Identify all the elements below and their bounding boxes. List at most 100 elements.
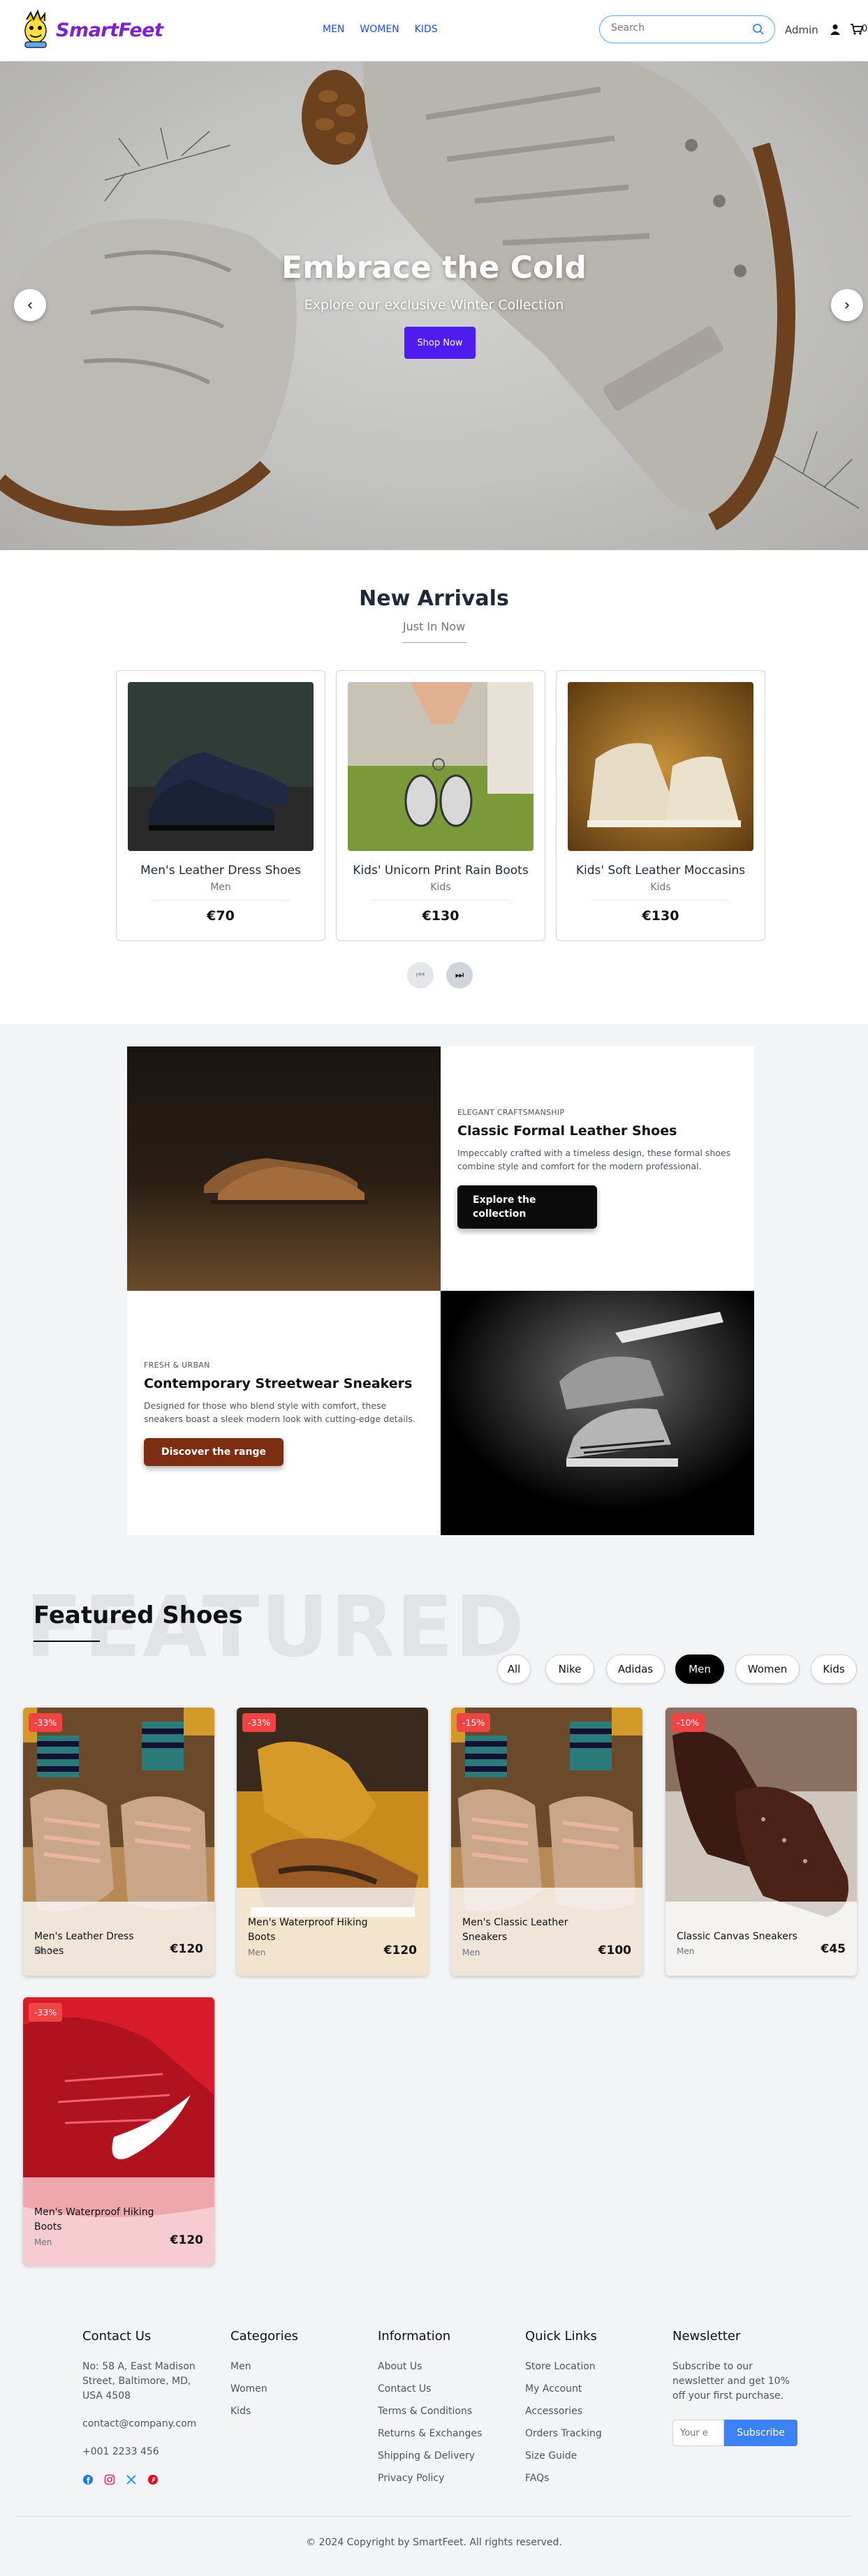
- hero-title: Embrace the Cold: [281, 250, 587, 286]
- footer-link-my-account[interactable]: My Account: [525, 2382, 582, 2397]
- chevron-right-icon: ›: [844, 296, 851, 314]
- nav-item-women[interactable]: WOMEN: [360, 24, 399, 35]
- logo[interactable]: SmartFeet: [18, 10, 163, 50]
- featured-product-card[interactable]: -10% Classic Canvas Sneakers Men €45: [665, 1708, 857, 1976]
- facebook-icon[interactable]: [82, 2474, 94, 2485]
- footer-link-accessories[interactable]: Accessories: [525, 2404, 582, 2419]
- product-category: Men: [210, 882, 231, 893]
- logo-mascot-icon: [24, 10, 47, 48]
- explore-collection-button[interactable]: Explore the collection: [457, 1185, 597, 1229]
- product-price: €100: [598, 1944, 631, 1957]
- pinterest-icon[interactable]: [147, 2474, 159, 2485]
- nav-item-kids[interactable]: KIDS: [415, 24, 438, 35]
- product-image: [348, 682, 534, 851]
- formal-kicker: Elegant Craftsmanship: [457, 1108, 565, 1117]
- shop-now-button[interactable]: Shop Now: [404, 327, 476, 359]
- product-category: Men: [34, 2237, 52, 2247]
- cart-count: 0: [862, 24, 868, 34]
- featured-product-card[interactable]: -15% Men's Classic Leather Sneakers Men …: [451, 1708, 642, 1976]
- product-price: €120: [383, 1944, 417, 1957]
- filter-men[interactable]: Men: [675, 1655, 724, 1684]
- footer-link-faqs[interactable]: FAQs: [525, 2471, 549, 2486]
- newsletter-email-input[interactable]: [672, 2420, 724, 2446]
- search-icon[interactable]: [752, 23, 765, 36]
- featured-product-card[interactable]: -33% Men's Waterproof Hiking Boots Men €…: [237, 1708, 428, 1976]
- footer-link-about[interactable]: About Us: [378, 2360, 422, 2374]
- product-category: Men: [34, 1946, 52, 1956]
- contact-email[interactable]: contact@company.com: [82, 2417, 196, 2431]
- copyright-text: © 2024 Copyright by SmartFeet. All right…: [306, 2537, 562, 2548]
- product-price: €45: [821, 1942, 846, 1956]
- new-arrivals-title: New Arrivals: [359, 586, 509, 611]
- footer-link-terms[interactable]: Terms & Conditions: [378, 2404, 472, 2419]
- product-category: Men: [677, 1946, 695, 1956]
- footer-link-women[interactable]: Women: [230, 2382, 267, 2397]
- section-divider: [402, 642, 466, 643]
- filter-all[interactable]: All: [497, 1655, 531, 1684]
- contact-phone[interactable]: +001 2233 456: [82, 2445, 159, 2459]
- footer-link-store-location[interactable]: Store Location: [525, 2360, 596, 2374]
- hero-next-button[interactable]: ›: [831, 289, 863, 321]
- subscribe-button[interactable]: Subscribe: [724, 2420, 797, 2446]
- main-nav: MEN WOMEN KIDS: [323, 24, 438, 35]
- footer-link-returns[interactable]: Returns & Exchanges: [378, 2427, 482, 2441]
- categories-title: Categories: [230, 2329, 299, 2344]
- search-input[interactable]: [611, 22, 744, 34]
- product-category: Men: [248, 1948, 266, 1957]
- chevron-left-icon: ‹: [27, 296, 34, 314]
- x-icon[interactable]: [126, 2474, 137, 2485]
- product-info-panel: Men's Waterproof Hiking Boots Men €120: [23, 2177, 214, 2265]
- admin-link[interactable]: Admin: [785, 24, 818, 36]
- footer-link-shipping[interactable]: Shipping & Delivery: [378, 2449, 475, 2464]
- information-title: Information: [378, 2329, 451, 2344]
- carousel-prev-button[interactable]: ⏮: [407, 962, 434, 989]
- product-name: Men's Classic Leather Sneakers: [462, 1917, 568, 1943]
- filter-adidas[interactable]: Adidas: [606, 1655, 665, 1684]
- product-price: €130: [642, 908, 679, 924]
- site-footer: Contact Us No: 58 A, East Madison Street…: [0, 2304, 868, 2576]
- footer-divider: [17, 2516, 851, 2517]
- carousel-next-button[interactable]: ⏭: [446, 962, 473, 989]
- product-price: €70: [207, 908, 235, 924]
- footer-link-kids[interactable]: Kids: [230, 2404, 251, 2419]
- newsletter-text-line: Subscribe to our: [672, 2361, 753, 2372]
- product-card[interactable]: Men's Leather Dress Shoes Men €70: [116, 670, 325, 941]
- instagram-icon[interactable]: [104, 2474, 115, 2485]
- filter-women[interactable]: Women: [735, 1655, 800, 1684]
- search-box: [599, 15, 775, 43]
- hero-subtitle: Explore our exclusive Winter Collection: [304, 297, 564, 313]
- site-header: SmartFeet MEN WOMEN KIDS Admin 0: [0, 0, 868, 61]
- footer-link-men[interactable]: Men: [230, 2360, 251, 2374]
- footer-link-contact[interactable]: Contact Us: [378, 2382, 431, 2397]
- discover-range-button[interactable]: Discover the range: [144, 1438, 284, 1466]
- featured-product-card[interactable]: -33% Men's Waterproof Hiking Boots Men €…: [23, 1997, 214, 2265]
- product-image: [128, 682, 314, 851]
- product-name: Kids' Unicorn Print Rain Boots: [353, 864, 529, 878]
- product-card[interactable]: Kids' Unicorn Print Rain Boots Kids €130: [336, 670, 545, 941]
- product-card[interactable]: Kids' Soft Leather Moccasins Kids €130: [556, 670, 765, 941]
- filter-kids[interactable]: Kids: [811, 1655, 857, 1684]
- footer-link-size-guide[interactable]: Size Guide: [525, 2449, 577, 2464]
- product-info-panel: Men's Classic Leather Sneakers Men €100: [451, 1888, 642, 1976]
- new-arrivals-section: New Arrivals Just In Now Men's Leather D…: [0, 550, 868, 1024]
- product-category: Kids: [430, 882, 451, 893]
- street-kicker: Fresh & Urban: [144, 1361, 210, 1370]
- formal-title: Classic Formal Leather Shoes: [457, 1123, 677, 1139]
- featured-product-card[interactable]: -33% Men's Leather Dress Shoes Men €120: [23, 1708, 214, 1976]
- nav-item-men[interactable]: MEN: [323, 24, 344, 35]
- hero-prev-button[interactable]: ‹: [14, 289, 46, 321]
- formal-description: Impeccably crafted with a timeless desig…: [457, 1148, 731, 1171]
- footer-link-orders-tracking[interactable]: Orders Tracking: [525, 2427, 602, 2441]
- user-icon[interactable]: [830, 24, 841, 35]
- product-name: Kids' Soft Leather Moccasins: [575, 864, 746, 878]
- formal-shoes-image: [127, 1046, 441, 1291]
- newsletter-text-line: newsletter and get 10%: [672, 2376, 790, 2387]
- divider: [372, 900, 510, 901]
- filter-nike[interactable]: Nike: [545, 1655, 594, 1684]
- footer-link-privacy[interactable]: Privacy Policy: [378, 2471, 444, 2486]
- discount-badge: -33%: [29, 1713, 63, 1732]
- product-price: €120: [170, 2233, 203, 2247]
- product-name: Men's Leather Dress Shoes: [140, 864, 301, 878]
- product-image: [568, 682, 753, 851]
- divider: [152, 900, 290, 901]
